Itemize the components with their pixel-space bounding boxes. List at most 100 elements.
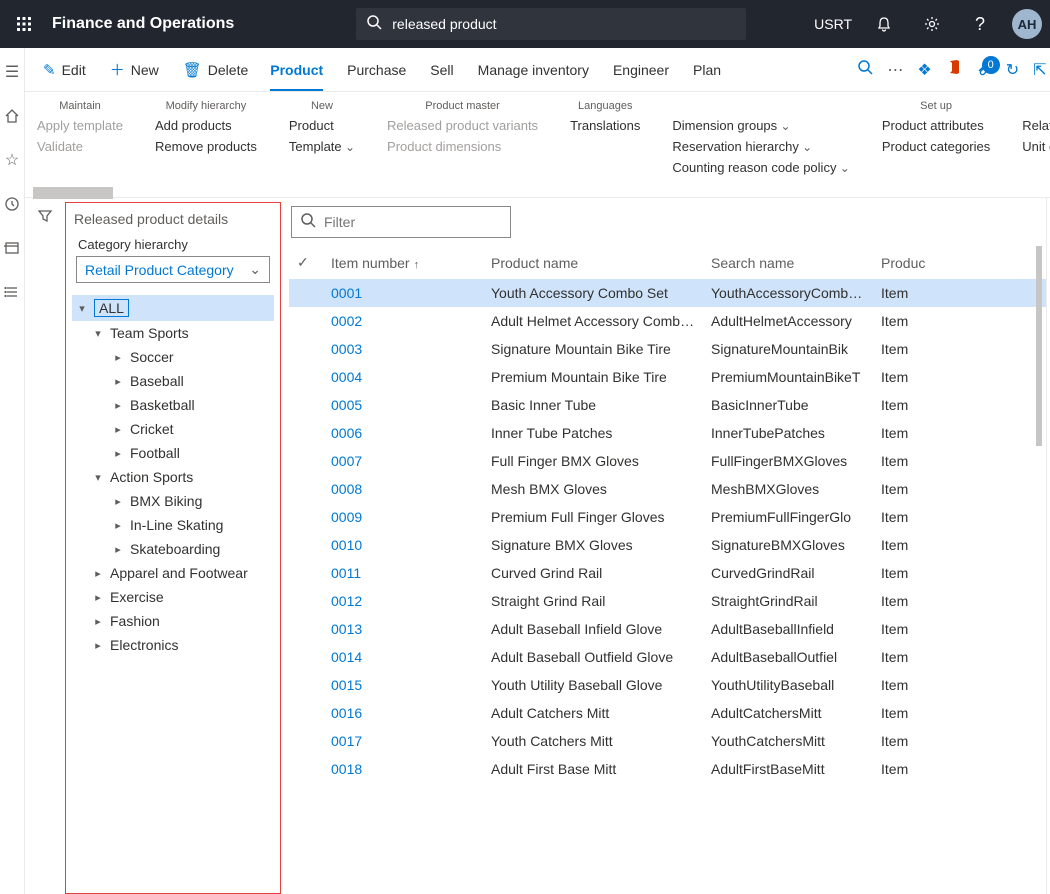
cell-item[interactable]: 0004 — [323, 363, 483, 391]
row-checkbox[interactable] — [289, 727, 323, 755]
tree-caret-icon[interactable]: ▸ — [92, 567, 104, 580]
row-checkbox[interactable] — [289, 531, 323, 559]
col-type[interactable]: Produc — [873, 246, 1046, 279]
tree-caret-icon[interactable]: ▾ — [76, 302, 88, 315]
ribbon-template[interactable]: Template — [289, 139, 355, 154]
table-row[interactable]: 0009Premium Full Finger GlovesPremiumFul… — [289, 503, 1046, 531]
new-button[interactable]: ＋ New — [100, 53, 169, 86]
ribbon-add-products[interactable]: Add products — [155, 118, 257, 133]
row-checkbox[interactable] — [289, 279, 323, 307]
col-name[interactable]: Product name — [483, 246, 703, 279]
table-row[interactable]: 0001Youth Accessory Combo SetYouthAccess… — [289, 279, 1046, 307]
tree-node-basketball[interactable]: ▸Basketball — [72, 393, 274, 417]
tree-node-skateboarding[interactable]: ▸Skateboarding — [72, 537, 274, 561]
table-row[interactable]: 0005Basic Inner TubeBasicInnerTubeItem — [289, 391, 1046, 419]
tree-caret-icon[interactable]: ▸ — [92, 639, 104, 652]
tree-node-apparel-and-footwear[interactable]: ▸Apparel and Footwear — [72, 561, 274, 585]
row-checkbox[interactable] — [289, 307, 323, 335]
ribbon-dimension-groups[interactable]: Dimension groups — [672, 118, 849, 133]
filter-box[interactable] — [291, 206, 511, 238]
tree-caret-icon[interactable]: ▸ — [112, 423, 124, 436]
col-search[interactable]: Search name — [703, 246, 873, 279]
attachments-icon[interactable]: 0 — [976, 62, 992, 78]
table-row[interactable]: 0018Adult First Base MittAdultFirstBaseM… — [289, 755, 1046, 783]
ribbon-unit-con[interactable]: Unit con — [1022, 139, 1050, 154]
table-row[interactable]: 0006Inner Tube PatchesInnerTubePatchesIt… — [289, 419, 1046, 447]
table-row[interactable]: 0010Signature BMX GlovesSignatureBMXGlov… — [289, 531, 1046, 559]
row-checkbox[interactable] — [289, 755, 323, 783]
recent-icon[interactable] — [0, 192, 24, 216]
row-checkbox[interactable] — [289, 643, 323, 671]
cell-item[interactable]: 0005 — [323, 391, 483, 419]
row-checkbox[interactable] — [289, 671, 323, 699]
cell-item[interactable]: 0006 — [323, 419, 483, 447]
ribbon-related[interactable]: Related — [1022, 118, 1050, 133]
cell-item[interactable]: 0007 — [323, 447, 483, 475]
search-box[interactable] — [356, 8, 746, 40]
tree-caret-icon[interactable]: ▸ — [112, 375, 124, 388]
ribbon-product-attributes[interactable]: Product attributes — [882, 118, 990, 133]
table-row[interactable]: 0016Adult Catchers MittAdultCatchersMitt… — [289, 699, 1046, 727]
col-item[interactable]: Item number↑ — [323, 246, 483, 279]
ribbon-counting-reason-code-policy[interactable]: Counting reason code policy — [672, 160, 849, 175]
tree-caret-icon[interactable]: ▸ — [112, 351, 124, 364]
tree-node-cricket[interactable]: ▸Cricket — [72, 417, 274, 441]
table-row[interactable]: 0014Adult Baseball Outfield GloveAdultBa… — [289, 643, 1046, 671]
tree-caret-icon[interactable]: ▾ — [92, 327, 104, 340]
cell-item[interactable]: 0010 — [323, 531, 483, 559]
tab-sell[interactable]: Sell — [430, 50, 453, 90]
cell-item[interactable]: 0003 — [323, 335, 483, 363]
grid-scrollbar[interactable] — [1036, 246, 1042, 686]
app-launcher-icon[interactable] — [8, 8, 40, 40]
row-checkbox[interactable] — [289, 475, 323, 503]
table-row[interactable]: 0008Mesh BMX GlovesMeshBMXGlovesItem — [289, 475, 1046, 503]
tree-caret-icon[interactable]: ▾ — [92, 471, 104, 484]
company-code[interactable]: USRT — [814, 16, 852, 32]
table-row[interactable]: 0002Adult Helmet Accessory Combo...Adult… — [289, 307, 1046, 335]
cell-item[interactable]: 0011 — [323, 559, 483, 587]
tree-caret-icon[interactable]: ▸ — [112, 519, 124, 532]
bell-icon[interactable] — [868, 8, 900, 40]
tab-engineer[interactable]: Engineer — [613, 50, 669, 90]
row-checkbox[interactable] — [289, 559, 323, 587]
ribbon-reservation-hierarchy[interactable]: Reservation hierarchy — [672, 139, 849, 154]
cell-item[interactable]: 0016 — [323, 699, 483, 727]
table-row[interactable]: 0013Adult Baseball Infield GloveAdultBas… — [289, 615, 1046, 643]
tree-caret-icon[interactable]: ▸ — [112, 543, 124, 556]
star-icon[interactable]: ☆ — [0, 148, 24, 172]
delete-button[interactable]: 🗑 Delete — [173, 55, 259, 85]
tree-node-football[interactable]: ▸Football — [72, 441, 274, 465]
ribbon-translations[interactable]: Translations — [570, 118, 640, 133]
table-row[interactable]: 0017Youth Catchers MittYouthCatchersMitt… — [289, 727, 1046, 755]
cell-item[interactable]: 0002 — [323, 307, 483, 335]
tree-caret-icon[interactable]: ▸ — [92, 591, 104, 604]
cell-item[interactable]: 0017 — [323, 727, 483, 755]
tree-node-action-sports[interactable]: ▾Action Sports — [72, 465, 274, 489]
refresh-icon[interactable]: ↻ — [1006, 60, 1019, 80]
tree-caret-icon[interactable]: ▸ — [112, 495, 124, 508]
tab-purchase[interactable]: Purchase — [347, 50, 406, 90]
tree-node-soccer[interactable]: ▸Soccer — [72, 345, 274, 369]
table-row[interactable]: 0011Curved Grind RailCurvedGrindRailItem — [289, 559, 1046, 587]
hamburger-icon[interactable]: ☰ — [0, 60, 24, 84]
office-icon[interactable] — [946, 59, 962, 80]
row-checkbox[interactable] — [289, 335, 323, 363]
tree-node-baseball[interactable]: ▸Baseball — [72, 369, 274, 393]
tab-plan[interactable]: Plan — [693, 50, 721, 90]
workspace-icon[interactable] — [0, 236, 24, 260]
search-input[interactable] — [392, 16, 736, 32]
tree-caret-icon[interactable]: ▸ — [92, 615, 104, 628]
funnel-icon[interactable] — [37, 208, 53, 894]
table-row[interactable]: 0007Full Finger BMX GlovesFullFingerBMXG… — [289, 447, 1046, 475]
avatar[interactable]: AH — [1012, 9, 1042, 39]
tree-caret-icon[interactable]: ▸ — [112, 447, 124, 460]
row-checkbox[interactable] — [289, 419, 323, 447]
tree-node-in-line-skating[interactable]: ▸In-Line Skating — [72, 513, 274, 537]
cell-item[interactable]: 0008 — [323, 475, 483, 503]
cell-item[interactable]: 0015 — [323, 671, 483, 699]
row-checkbox[interactable] — [289, 503, 323, 531]
row-checkbox[interactable] — [289, 615, 323, 643]
power-apps-icon[interactable]: ❖ — [917, 60, 931, 80]
cell-item[interactable]: 0014 — [323, 643, 483, 671]
help-icon[interactable]: ? — [964, 8, 996, 40]
